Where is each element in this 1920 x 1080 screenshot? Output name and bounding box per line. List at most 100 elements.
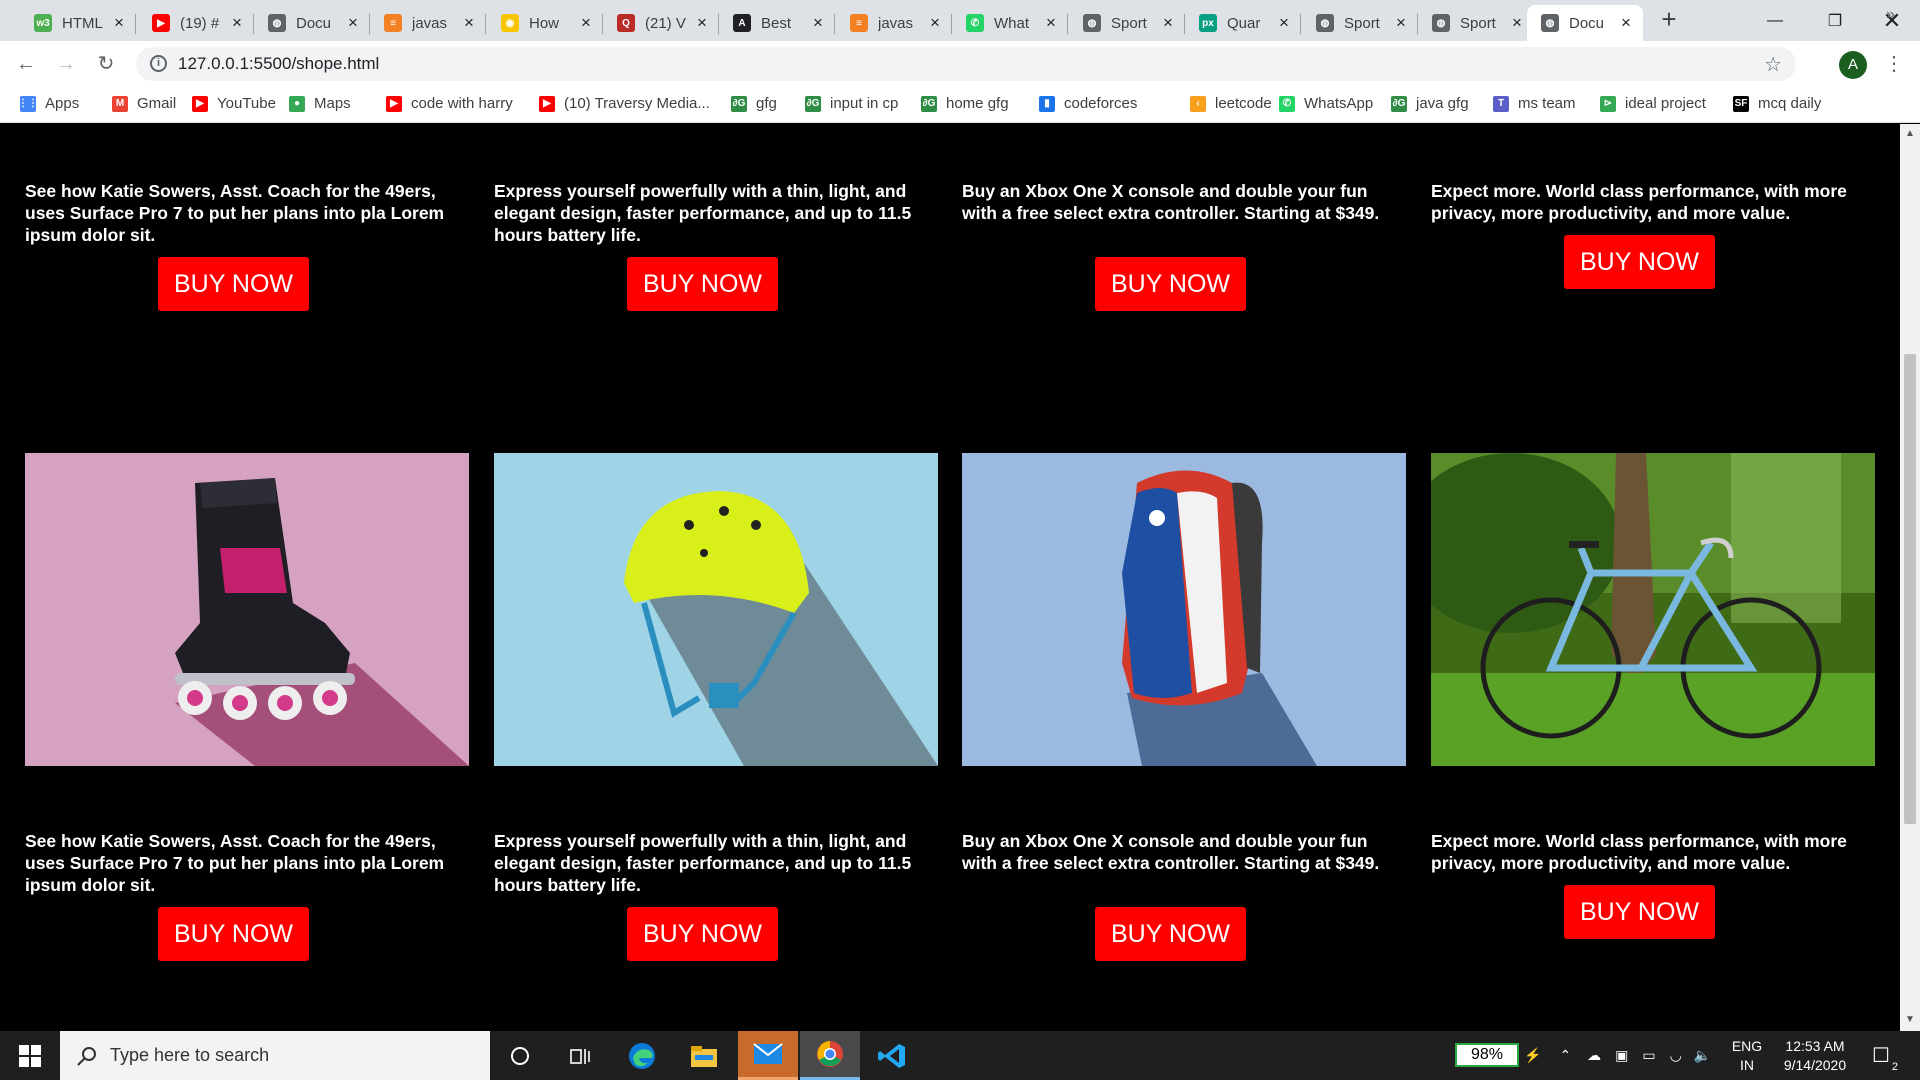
volume-icon[interactable]: 🔈 bbox=[1694, 1047, 1711, 1064]
scroll-up-arrow-icon[interactable]: ▲ bbox=[1905, 128, 1915, 139]
taskbar-search-box[interactable]: Type here to search bbox=[60, 1031, 490, 1080]
tab-separator bbox=[1067, 14, 1068, 34]
mail-app-icon[interactable] bbox=[738, 1031, 798, 1080]
buy-now-button[interactable]: BUY NOW bbox=[627, 907, 778, 961]
bookmark-label: YouTube bbox=[217, 95, 276, 112]
windows-start-button[interactable] bbox=[0, 1031, 60, 1080]
tab-5[interactable]: Q (21) V × bbox=[603, 5, 719, 41]
angular-icon: A bbox=[733, 14, 751, 32]
close-tab-icon[interactable]: × bbox=[1392, 13, 1410, 33]
close-tab-icon[interactable]: × bbox=[460, 13, 478, 33]
close-tab-icon[interactable]: × bbox=[110, 13, 128, 33]
bookmark-12[interactable]: ∂G java gfg bbox=[1391, 95, 1469, 112]
close-tab-icon[interactable]: × bbox=[926, 13, 944, 33]
product-description: Buy an Xbox One X console and double you… bbox=[962, 831, 1380, 873]
close-tab-icon[interactable]: × bbox=[1508, 13, 1526, 33]
close-tab-icon[interactable]: × bbox=[344, 13, 362, 33]
notification-center-icon[interactable]: ☐ 2 bbox=[1866, 1043, 1898, 1073]
backpack-image bbox=[962, 453, 1406, 766]
buy-now-button[interactable]: BUY NOW bbox=[1564, 885, 1715, 939]
page-scrollbar[interactable]: ▲ ▼ bbox=[1900, 124, 1920, 1031]
security-icon[interactable]: ▣ bbox=[1615, 1047, 1628, 1064]
close-tab-icon[interactable]: × bbox=[1617, 13, 1635, 33]
bookmark-6[interactable]: ∂G gfg bbox=[731, 95, 777, 112]
windows-taskbar: Type here to search 98% ⚡ ⌃ ☁ ▣ ▭ ◡ 🔈 EN… bbox=[0, 1031, 1920, 1080]
battery-indicator[interactable]: 98% bbox=[1455, 1043, 1519, 1067]
file-explorer-icon[interactable] bbox=[674, 1031, 734, 1080]
bookmark-10[interactable]: ‹ leetcode bbox=[1190, 95, 1272, 112]
system-clock[interactable]: 12:53 AM 9/14/2020 bbox=[1770, 1037, 1860, 1075]
task-view-icon[interactable] bbox=[550, 1031, 610, 1080]
bookmark-label: code with harry bbox=[411, 95, 513, 112]
close-tab-icon[interactable]: × bbox=[228, 13, 246, 33]
tab-0[interactable]: w3 HTML × bbox=[20, 5, 136, 41]
close-tab-icon[interactable]: × bbox=[1042, 13, 1060, 33]
bookmark-9[interactable]: ▮ codeforces bbox=[1039, 95, 1137, 112]
buy-now-button[interactable]: BUY NOW bbox=[1564, 235, 1715, 289]
wifi-icon[interactable]: ◡ bbox=[1670, 1047, 1682, 1064]
minimize-button[interactable]: — bbox=[1745, 0, 1805, 41]
tab-11[interactable]: ◍ Sport × bbox=[1302, 5, 1418, 41]
show-hidden-icons-chevron-icon[interactable]: ⌃ bbox=[1559, 1047, 1571, 1064]
close-tab-icon[interactable]: × bbox=[809, 13, 827, 33]
bookmark-0[interactable]: ⋮⋮ Apps bbox=[18, 95, 79, 112]
url-text[interactable]: 127.0.0.1:5500/shope.html bbox=[178, 54, 379, 74]
buy-now-button[interactable]: BUY NOW bbox=[158, 257, 309, 311]
globe-icon: ◍ bbox=[268, 14, 286, 32]
bookmark-5[interactable]: ▶ (10) Traversy Media... bbox=[539, 95, 710, 112]
close-tab-icon[interactable]: × bbox=[1275, 13, 1293, 33]
buy-now-button[interactable]: BUY NOW bbox=[627, 257, 778, 311]
profile-avatar[interactable]: A bbox=[1839, 51, 1867, 79]
scroll-down-arrow-icon[interactable]: ▼ bbox=[1905, 1014, 1915, 1025]
bookmark-8[interactable]: ∂G home gfg bbox=[921, 95, 1009, 112]
tab-10[interactable]: px Quar × bbox=[1185, 5, 1301, 41]
tab-6[interactable]: A Best × bbox=[719, 5, 835, 41]
gfg-icon: ∂G bbox=[731, 95, 747, 112]
bookmark-4[interactable]: ▶ code with harry bbox=[386, 95, 513, 112]
reload-icon[interactable]: ↻ bbox=[92, 50, 120, 78]
bookmark-1[interactable]: M Gmail bbox=[112, 95, 176, 112]
page-viewport: See how Katie Sowers, Asst. Coach for th… bbox=[0, 124, 1900, 1031]
buy-now-button[interactable]: BUY NOW bbox=[158, 907, 309, 961]
address-bar[interactable]: i 127.0.0.1:5500/shope.html ☆ bbox=[136, 47, 1796, 81]
tab-12[interactable]: ◍ Sport × bbox=[1418, 5, 1534, 41]
tab-13[interactable]: ◍ Docu × bbox=[1527, 5, 1643, 41]
tab-8[interactable]: ✆ What × bbox=[952, 5, 1068, 41]
tab-4[interactable]: ◉ How × bbox=[487, 5, 603, 41]
chrome-menu-icon[interactable]: ⋮ bbox=[1884, 51, 1904, 76]
tab-9[interactable]: ◍ Sport × bbox=[1069, 5, 1185, 41]
language-indicator[interactable]: ENG IN bbox=[1725, 1037, 1769, 1075]
scrollbar-thumb[interactable] bbox=[1904, 354, 1916, 824]
new-tab-button[interactable]: + bbox=[1655, 6, 1683, 34]
close-tab-icon[interactable]: × bbox=[577, 13, 595, 33]
bookmark-7[interactable]: ∂G input in cp bbox=[805, 95, 898, 112]
buy-now-button[interactable]: BUY NOW bbox=[1095, 907, 1246, 961]
bookmark-15[interactable]: SF mcq daily bbox=[1733, 95, 1821, 112]
chrome-taskbar-icon[interactable] bbox=[800, 1031, 860, 1080]
more-bookmarks-icon[interactable]: » bbox=[1886, 6, 1895, 24]
back-arrow-icon[interactable]: ← bbox=[12, 50, 40, 78]
battery-icon[interactable]: ▭ bbox=[1642, 1047, 1655, 1064]
close-tab-icon[interactable]: × bbox=[693, 13, 711, 33]
site-info-icon[interactable]: i bbox=[150, 55, 167, 72]
bookmark-14[interactable]: ⊳ ideal project bbox=[1600, 95, 1706, 112]
bookmark-star-icon[interactable]: ☆ bbox=[1764, 52, 1782, 77]
onedrive-cloud-icon[interactable]: ☁ bbox=[1587, 1047, 1601, 1064]
edge-browser-icon[interactable] bbox=[612, 1031, 672, 1080]
restore-button[interactable]: ❐ bbox=[1805, 0, 1865, 41]
tab-2[interactable]: ◍ Docu × bbox=[254, 5, 370, 41]
bookmark-11[interactable]: ✆ WhatsApp bbox=[1279, 95, 1373, 112]
cortana-icon[interactable] bbox=[490, 1031, 550, 1080]
vscode-icon[interactable] bbox=[862, 1031, 922, 1080]
bookmark-2[interactable]: ▶ YouTube bbox=[192, 95, 276, 112]
buy-now-button[interactable]: BUY NOW bbox=[1095, 257, 1246, 311]
tab-3[interactable]: ≡ javas × bbox=[370, 5, 486, 41]
bookmark-3[interactable]: ● Maps bbox=[289, 95, 351, 112]
power-plug-icon[interactable]: ⚡ bbox=[1524, 1047, 1541, 1064]
bookmark-13[interactable]: Tms team bbox=[1493, 95, 1576, 112]
tab-title: Best bbox=[761, 14, 792, 32]
tab-7[interactable]: ≡ javas × bbox=[836, 5, 952, 41]
forward-arrow-icon[interactable]: → bbox=[52, 50, 80, 78]
close-tab-icon[interactable]: × bbox=[1159, 13, 1177, 33]
tab-1[interactable]: ▶ (19) # × bbox=[138, 5, 254, 41]
